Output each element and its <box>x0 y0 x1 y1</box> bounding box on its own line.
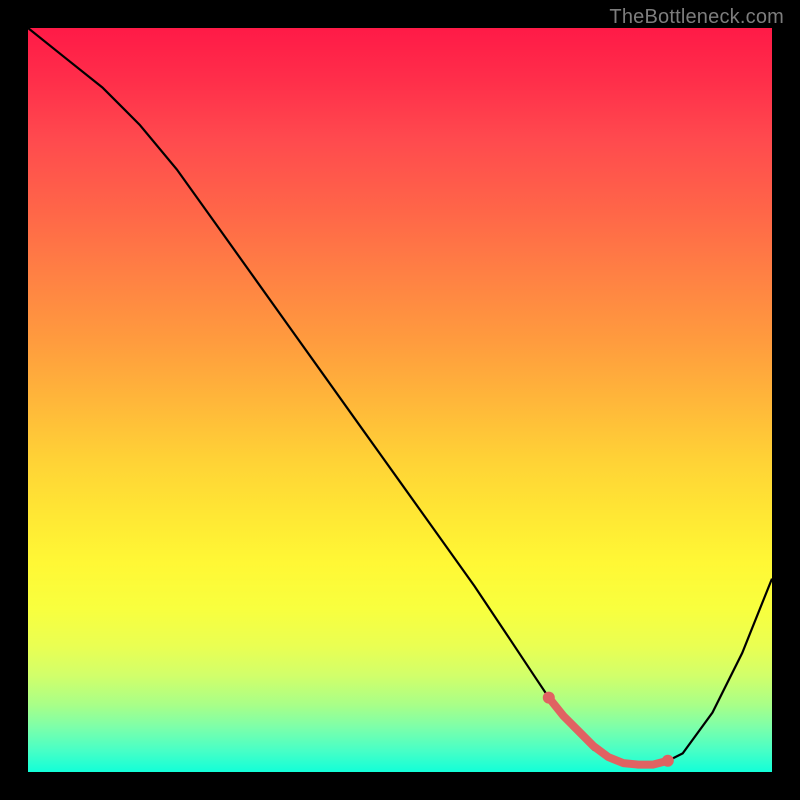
watermark-text: TheBottleneck.com <box>609 6 784 29</box>
optimal-zone-band <box>549 698 668 765</box>
bottleneck-curve <box>28 28 772 765</box>
curve-layer <box>28 28 772 772</box>
plot-area <box>28 28 772 772</box>
optimal-zone-start-dot <box>543 692 555 704</box>
chart-frame: TheBottleneck.com <box>0 0 800 800</box>
optimal-zone-end-dot <box>662 755 674 767</box>
